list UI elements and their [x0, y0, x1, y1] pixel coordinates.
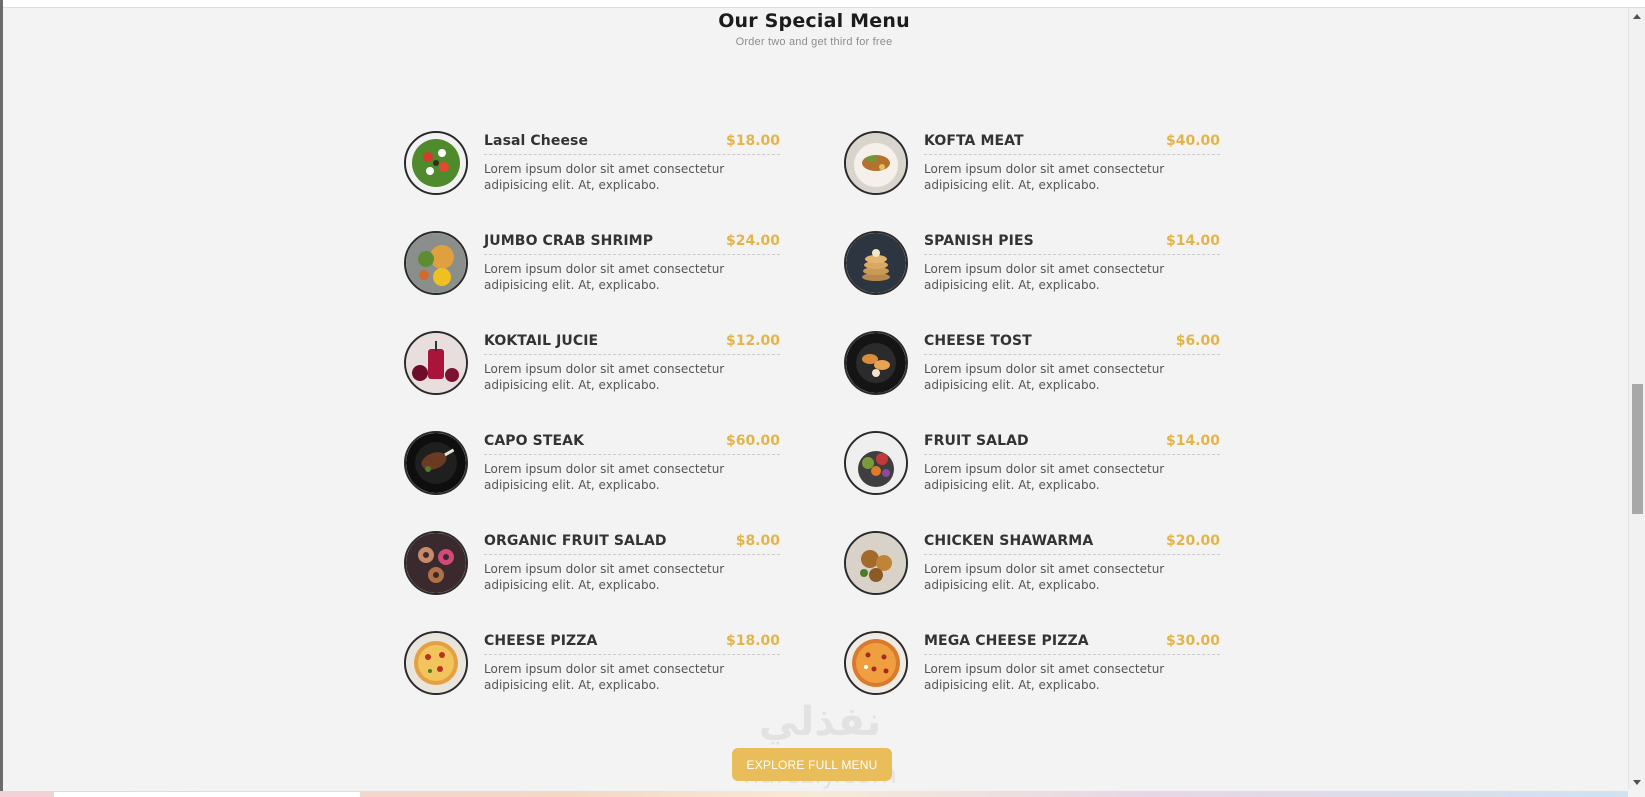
menu-item[interactable]: CAPO STEAK $60.00 Lorem ipsum dolor sit … — [404, 431, 780, 495]
menu-item-name: CAPO STEAK — [484, 433, 585, 449]
menu-item-header: CHEESE PIZZA $18.00 — [484, 631, 780, 655]
menu-item-name: Lasal Cheese — [484, 133, 589, 149]
menu-item[interactable]: KOFTA MEAT $40.00 Lorem ipsum dolor sit … — [844, 131, 1220, 195]
donuts-image — [404, 531, 468, 595]
menu-item[interactable]: JUMBO CRAB SHRIMP $24.00 Lorem ipsum dol… — [404, 231, 780, 295]
menu-item-info: ORGANIC FRUIT SALAD $8.00 Lorem ipsum do… — [484, 531, 780, 595]
menu-item-header: ORGANIC FRUIT SALAD $8.00 — [484, 531, 780, 555]
menu-item-info: CHICKEN SHAWARMA $20.00 Lorem ipsum dolo… — [924, 531, 1220, 595]
menu-item-price: $24.00 — [725, 233, 780, 249]
vertical-scrollbar[interactable] — [1628, 8, 1645, 789]
menu-item[interactable]: CHEESE PIZZA $18.00 Lorem ipsum dolor si… — [404, 631, 780, 695]
menu-item-price: $18.00 — [725, 133, 780, 149]
menu-item-price: $14.00 — [1165, 433, 1220, 449]
menu-item-description: Lorem ipsum dolor sit amet consectetur a… — [924, 162, 1165, 192]
pancakes-image — [844, 231, 908, 295]
menu-item-price: $40.00 — [1165, 133, 1220, 149]
menu-item-description: Lorem ipsum dolor sit amet consectetur a… — [484, 362, 725, 392]
menu-item[interactable]: ORGANIC FRUIT SALAD $8.00 Lorem ipsum do… — [404, 531, 780, 595]
fruit-bowl-image — [844, 431, 908, 495]
toast-image — [844, 331, 908, 395]
juice-image — [404, 331, 468, 395]
menu-item-info: JUMBO CRAB SHRIMP $24.00 Lorem ipsum dol… — [484, 231, 780, 295]
menu-item-description: Lorem ipsum dolor sit amet consectetur a… — [924, 262, 1165, 292]
menu-item-info: CHEESE PIZZA $18.00 Lorem ipsum dolor si… — [484, 631, 780, 695]
menu-item-info: KOKTAIL JUCIE $12.00 Lorem ipsum dolor s… — [484, 331, 780, 395]
menu-grid: Lasal Cheese $18.00 Lorem ipsum dolor si… — [404, 131, 1220, 695]
menu-item-name: ORGANIC FRUIT SALAD — [484, 533, 667, 549]
scrollbar-thumb[interactable] — [1632, 384, 1643, 514]
svg-text:نفذلي: نفذلي — [759, 699, 881, 745]
menu-item-name: KOKTAIL JUCIE — [484, 333, 599, 349]
menu-item-price: $30.00 — [1165, 633, 1220, 649]
menu-item-description: Lorem ipsum dolor sit amet consectetur a… — [924, 662, 1165, 692]
top-border — [0, 0, 1645, 8]
menu-item-header: FRUIT SALAD $14.00 — [924, 431, 1220, 455]
salad-image — [404, 131, 468, 195]
menu-item-description: Lorem ipsum dolor sit amet consectetur a… — [484, 162, 725, 192]
menu-item-info: SPANISH PIES $14.00 Lorem ipsum dolor si… — [924, 231, 1220, 295]
menu-item-price: $60.00 — [725, 433, 780, 449]
menu-item-header: MEGA CHEESE PIZZA $30.00 — [924, 631, 1220, 655]
menu-item-description: Lorem ipsum dolor sit amet consectetur a… — [924, 562, 1165, 592]
section-header: Our Special Menu Order two and get third… — [0, 10, 1628, 48]
page-subtitle: Order two and get third for free — [735, 36, 893, 48]
steak-image — [404, 431, 468, 495]
menu-item-price: $14.00 — [1165, 233, 1220, 249]
menu-item-price: $12.00 — [725, 333, 780, 349]
menu-item-header: Lasal Cheese $18.00 — [484, 131, 780, 155]
menu-item-header: KOFTA MEAT $40.00 — [924, 131, 1220, 155]
shrimp-image — [404, 231, 468, 295]
menu-item-header: CHEESE TOST $6.00 — [924, 331, 1220, 355]
left-edge — [0, 0, 3, 797]
menu-item-description: Lorem ipsum dolor sit amet consectetur a… — [484, 562, 725, 592]
scroll-down-arrow-icon[interactable] — [1633, 780, 1641, 785]
menu-item-price: $8.00 — [735, 533, 780, 549]
taskbar-segment — [54, 792, 360, 797]
page-title: Our Special Menu — [718, 10, 910, 32]
menu-item-info: MEGA CHEESE PIZZA $30.00 Lorem ipsum dol… — [924, 631, 1220, 695]
menu-item-header: CAPO STEAK $60.00 — [484, 431, 780, 455]
menu-item-name: CHEESE PIZZA — [484, 633, 598, 649]
chicken-image — [844, 531, 908, 595]
scroll-up-arrow-icon[interactable] — [1633, 14, 1641, 19]
menu-item-info: CHEESE TOST $6.00 Lorem ipsum dolor sit … — [924, 331, 1220, 395]
menu-item[interactable]: Lasal Cheese $18.00 Lorem ipsum dolor si… — [404, 131, 780, 195]
menu-item[interactable]: MEGA CHEESE PIZZA $30.00 Lorem ipsum dol… — [844, 631, 1220, 695]
page: Our Special Menu Order two and get third… — [0, 0, 1645, 797]
menu-item-name: FRUIT SALAD — [924, 433, 1029, 449]
menu-item-description: Lorem ipsum dolor sit amet consectetur a… — [484, 262, 725, 292]
explore-full-menu-button[interactable]: EXPLORE FULL MENU — [732, 748, 892, 781]
menu-item-info: Lasal Cheese $18.00 Lorem ipsum dolor si… — [484, 131, 780, 195]
menu-item-description: Lorem ipsum dolor sit amet consectetur a… — [924, 362, 1165, 392]
menu-item-name: CHICKEN SHAWARMA — [924, 533, 1094, 549]
menu-item-price: $20.00 — [1165, 533, 1220, 549]
menu-item-description: Lorem ipsum dolor sit amet consectetur a… — [924, 462, 1165, 492]
menu-item[interactable]: CHICKEN SHAWARMA $20.00 Lorem ipsum dolo… — [844, 531, 1220, 595]
menu-item[interactable]: FRUIT SALAD $14.00 Lorem ipsum dolor sit… — [844, 431, 1220, 495]
menu-item-name: MEGA CHEESE PIZZA — [924, 633, 1089, 649]
menu-item-info: CAPO STEAK $60.00 Lorem ipsum dolor sit … — [484, 431, 780, 495]
menu-item-name: SPANISH PIES — [924, 233, 1034, 249]
menu-item-info: FRUIT SALAD $14.00 Lorem ipsum dolor sit… — [924, 431, 1220, 495]
menu-item-description: Lorem ipsum dolor sit amet consectetur a… — [484, 462, 725, 492]
menu-item[interactable]: CHEESE TOST $6.00 Lorem ipsum dolor sit … — [844, 331, 1220, 395]
menu-item-header: JUMBO CRAB SHRIMP $24.00 — [484, 231, 780, 255]
menu-item[interactable]: KOKTAIL JUCIE $12.00 Lorem ipsum dolor s… — [404, 331, 780, 395]
pizza-image — [404, 631, 468, 695]
meat-plate-image — [844, 131, 908, 195]
menu-item-name: JUMBO CRAB SHRIMP — [484, 233, 654, 249]
menu-item-name: KOFTA MEAT — [924, 133, 1024, 149]
menu-item-header: SPANISH PIES $14.00 — [924, 231, 1220, 255]
menu-item-header: CHICKEN SHAWARMA $20.00 — [924, 531, 1220, 555]
menu-item-price: $6.00 — [1175, 333, 1220, 349]
menu-item-header: KOKTAIL JUCIE $12.00 — [484, 331, 780, 355]
menu-item[interactable]: SPANISH PIES $14.00 Lorem ipsum dolor si… — [844, 231, 1220, 295]
menu-item-price: $18.00 — [725, 633, 780, 649]
menu-item-name: CHEESE TOST — [924, 333, 1032, 349]
menu-item-info: KOFTA MEAT $40.00 Lorem ipsum dolor sit … — [924, 131, 1220, 195]
pizza-image — [844, 631, 908, 695]
menu-item-description: Lorem ipsum dolor sit amet consectetur a… — [484, 662, 725, 692]
